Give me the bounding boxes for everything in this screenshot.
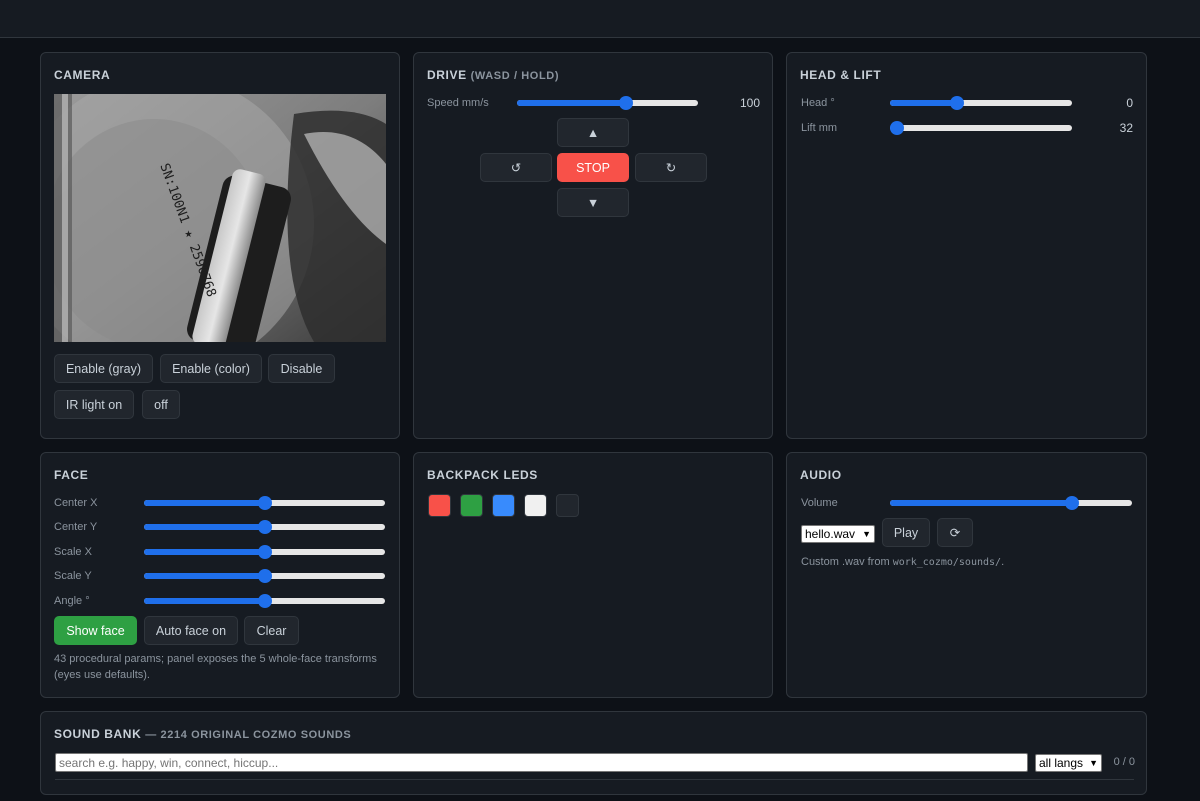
scale-x-label: Scale X (54, 546, 92, 558)
lift-label: Lift mm (801, 122, 838, 134)
center-y-slider[interactable] (144, 519, 385, 535)
audio-note-suffix: . (1001, 556, 1005, 568)
sound-bank-subtitle: — 2214 ORIGINAL COZMO SOUNDS (145, 729, 352, 741)
head-slider[interactable] (890, 95, 1072, 111)
drive-title-text: DRIVE (427, 68, 467, 82)
clear-face-button[interactable]: Clear (244, 616, 299, 645)
audio-note: Custom .wav from work_cozmo/sounds/. (801, 554, 1136, 571)
face-panel: FACE Center X Center Y Scale X Scale Y A… (40, 452, 400, 698)
rotate-left-icon: ↺ (510, 161, 522, 175)
center-x-label: Center X (54, 497, 98, 509)
rotate-right-icon: ↻ (665, 161, 677, 175)
backpack-leds-title: BACKPACK LEDS (427, 468, 538, 482)
play-button[interactable]: Play (882, 518, 930, 547)
ir-light-off-button[interactable]: off (142, 390, 180, 419)
sound-bank-panel: SOUND BANK — 2214 ORIGINAL COZMO SOUNDS … (40, 711, 1147, 795)
speed-slider[interactable] (517, 95, 698, 111)
sound-count: 0 / 0 (1113, 756, 1135, 768)
audio-note-path: work_cozmo/sounds/ (892, 557, 1002, 568)
language-value: all langs (1039, 756, 1084, 770)
sound-search-input[interactable]: search e.g. happy, win, connect, hiccup.… (55, 753, 1028, 772)
head-label: Head ° (801, 97, 835, 109)
refresh-sounds-button[interactable]: ⟳ (937, 518, 973, 547)
angle-label: Angle ° (54, 595, 90, 607)
top-bar (0, 0, 1200, 38)
drive-title: DRIVE (WASD / HOLD) (427, 68, 559, 82)
sound-bank-divider (55, 779, 1134, 780)
sound-bank-title-text: SOUND BANK (54, 727, 142, 741)
audio-note-prefix: Custom .wav from (801, 556, 893, 568)
camera-title: CAMERA (54, 68, 111, 82)
face-note: 43 procedural params; panel exposes the … (54, 653, 377, 681)
center-x-slider[interactable] (144, 495, 385, 511)
auto-face-button[interactable]: Auto face on (144, 616, 238, 645)
stop-button[interactable]: STOP (557, 153, 629, 182)
head-lift-title: HEAD & LIFT (800, 68, 882, 82)
camera-panel: CAMERA SN:100N1 ★ 2590768 Enable (gray) … (40, 52, 400, 439)
drive-panel: DRIVE (WASD / HOLD) Speed mm/s 100 ▲ ↺ S… (413, 52, 773, 439)
led-off-swatch[interactable] (556, 494, 579, 517)
led-blue-swatch[interactable] (492, 494, 515, 517)
center-y-label: Center Y (54, 521, 98, 533)
scale-y-slider[interactable] (144, 568, 385, 584)
head-lift-panel: HEAD & LIFT Head ° 0 Lift mm 32 (786, 52, 1147, 439)
sound-bank-title: SOUND BANK — 2214 ORIGINAL COZMO SOUNDS (54, 727, 351, 741)
speed-value: 100 (739, 96, 760, 110)
arrow-down-icon: ▼ (586, 195, 600, 210)
volume-label: Volume (801, 497, 838, 509)
rotate-left-button[interactable]: ↺ (480, 153, 552, 182)
scale-y-label: Scale Y (54, 570, 92, 582)
show-face-button[interactable]: Show face (54, 616, 137, 645)
drive-title-hint: (WASD / HOLD) (470, 70, 560, 82)
led-green-swatch[interactable] (460, 494, 483, 517)
backward-button[interactable]: ▼ (557, 188, 629, 217)
rotate-right-button[interactable]: ↻ (635, 153, 707, 182)
forward-button[interactable]: ▲ (557, 118, 629, 147)
scale-x-slider[interactable] (144, 544, 385, 560)
backpack-leds-panel: BACKPACK LEDS (413, 452, 773, 698)
arrow-up-icon: ▲ (586, 125, 600, 140)
speed-label: Speed mm/s (427, 97, 489, 109)
audio-title: AUDIO (800, 468, 842, 482)
sound-file-value: hello.wav (805, 527, 856, 541)
refresh-icon: ⟳ (949, 526, 961, 540)
face-title: FACE (54, 468, 89, 482)
camera-feed-image: SN:100N1 ★ 2590768 (54, 94, 386, 342)
disable-camera-button[interactable]: Disable (268, 354, 335, 383)
ir-light-on-button[interactable]: IR light on (54, 390, 134, 419)
lift-slider[interactable] (890, 120, 1072, 136)
chevron-down-icon: ▼ (862, 529, 871, 539)
enable-color-button[interactable]: Enable (color) (160, 354, 262, 383)
head-value: 0 (1126, 96, 1133, 110)
chevron-down-icon: ▼ (1089, 758, 1098, 768)
audio-panel: AUDIO Volume hello.wav ▼ Play ⟳ Custom .… (786, 452, 1147, 698)
language-select[interactable]: all langs ▼ (1035, 754, 1102, 772)
led-white-swatch[interactable] (524, 494, 547, 517)
lift-value: 32 (1119, 121, 1133, 135)
volume-slider[interactable] (890, 495, 1132, 511)
angle-slider[interactable] (144, 593, 385, 609)
led-red-swatch[interactable] (428, 494, 451, 517)
sound-file-select[interactable]: hello.wav ▼ (801, 525, 875, 543)
enable-gray-button[interactable]: Enable (gray) (54, 354, 153, 383)
